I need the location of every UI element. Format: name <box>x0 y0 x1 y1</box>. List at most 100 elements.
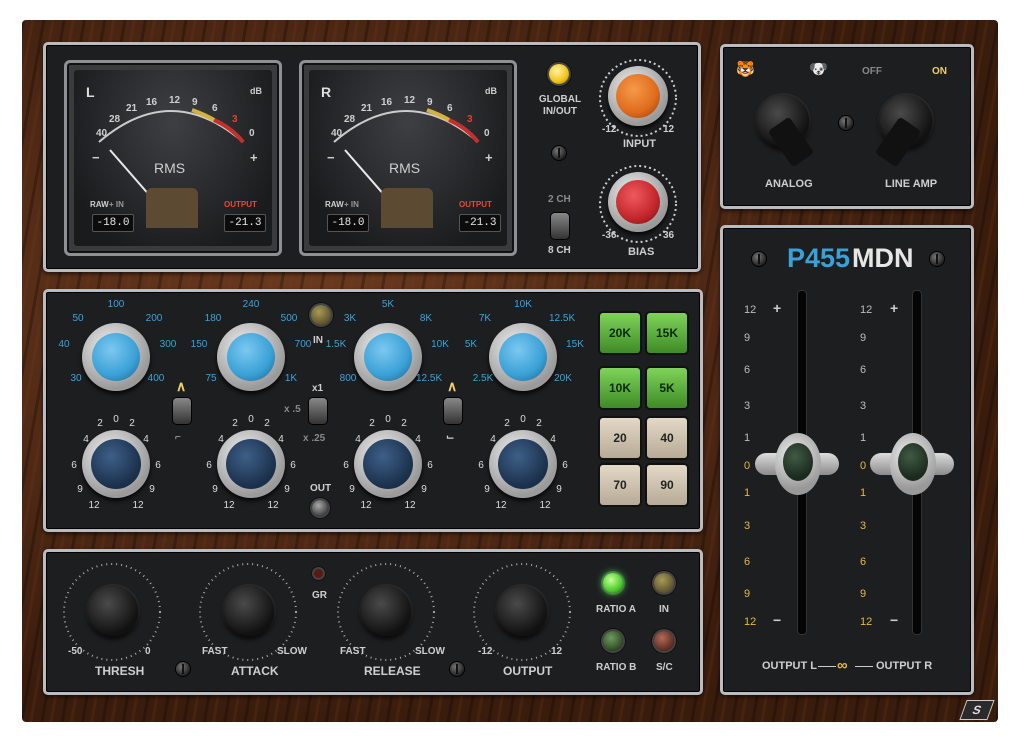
x5-label: x .5 <box>284 404 301 415</box>
fader-scale-mark: 3 <box>860 520 867 532</box>
meter-scale-28: 28 <box>109 114 121 125</box>
fader-scale-mark: 0 <box>860 460 867 472</box>
product-title: P455 <box>787 243 851 273</box>
ratio-b-label: RATIO B <box>596 662 637 673</box>
raw-label: RAW <box>325 200 344 209</box>
eq-gain-label: 0 <box>113 414 119 425</box>
ratio-b-button[interactable] <box>603 631 623 651</box>
eq-freq-knob-cap <box>499 333 547 381</box>
eq-gain-label: 2 <box>264 418 270 429</box>
output-l-fader[interactable] <box>755 433 839 495</box>
eq-gain-label: 4 <box>490 434 496 445</box>
eq-gain-label: 4 <box>278 434 284 445</box>
eq-gain-label: 4 <box>355 434 361 445</box>
release-knob[interactable] <box>361 586 411 636</box>
analog-label: ANALOG <box>765 178 813 190</box>
meter-minus: − <box>327 150 335 165</box>
channel-mode-switch[interactable] <box>551 213 569 239</box>
link-line-left <box>818 666 836 667</box>
eq-out-button[interactable] <box>312 500 328 516</box>
release-slow-label: SLOW <box>415 646 445 657</box>
ratio-a-button[interactable] <box>603 573 623 593</box>
eight-ch-label: 8 CH <box>548 245 571 256</box>
eq-gain-label: 12 <box>132 500 144 511</box>
eq-freq-label: 400 <box>147 373 165 384</box>
meter-scale-3: 3 <box>232 114 238 125</box>
eq-freq-knob-cap <box>92 333 140 381</box>
fader-scale-mark: 6 <box>744 364 751 376</box>
eq-out-label: OUT <box>310 483 332 494</box>
eq-freq-label: 240 <box>242 299 260 310</box>
eq-filter-button-5k[interactable]: 5K <box>647 368 687 408</box>
eq-gain-label: 2 <box>504 418 510 429</box>
meter-minus: − <box>92 150 100 165</box>
x25-label: x .25 <box>303 433 326 444</box>
eq-filter-button-15k[interactable]: 15K <box>647 313 687 353</box>
fader-scale-mark: 9 <box>860 588 867 600</box>
eq-filter-button-20k[interactable]: 20K <box>600 313 640 353</box>
eq-gain-label: 6 <box>343 460 349 471</box>
eq-filter-button-90[interactable]: 90 <box>647 465 687 505</box>
fader-scale-mark: 1 <box>860 487 867 499</box>
fader-scale-mark: 0 <box>744 460 751 472</box>
meter-scale-16: 16 <box>146 97 158 108</box>
fader-minus-left: − <box>773 612 782 628</box>
eq-freq-label: 15K <box>566 339 584 350</box>
eq-freq-label: 10K <box>514 299 532 310</box>
shelf-low-icon: ⌐ <box>175 432 181 443</box>
output-max-label: 12 <box>551 646 563 657</box>
eq-in-button[interactable] <box>311 305 331 325</box>
eq-freq-label: 50 <box>72 313 84 324</box>
attack-knob[interactable] <box>224 586 274 636</box>
fader-scale-mark: 3 <box>860 400 867 412</box>
fader-scale-mark: 12 <box>860 304 873 316</box>
eq-gain-label: 2 <box>129 418 135 429</box>
eq-freq-label: 500 <box>280 313 298 324</box>
eq-gain-label: 4 <box>218 434 224 445</box>
low-shelf-switch[interactable] <box>173 398 191 424</box>
gain-range-switch[interactable] <box>309 398 327 424</box>
eq-gain-label: 12 <box>360 500 372 511</box>
fader-scale-mark: 6 <box>860 364 867 376</box>
comp-in-button[interactable] <box>654 573 674 593</box>
fader-scale-mark: 1 <box>744 487 751 499</box>
tiger-icon[interactable]: 🐯 <box>736 60 755 78</box>
eq-filter-button-10k[interactable]: 10K <box>600 368 640 408</box>
eq-gain-label: 2 <box>232 418 238 429</box>
ratio-a-label: RATIO A <box>596 604 636 615</box>
output-label: OUTPUT <box>459 200 492 209</box>
eq-gain-knob-cap <box>363 439 413 489</box>
eq-freq-label: 3K <box>343 313 357 324</box>
eq-filter-button-20[interactable]: 20 <box>600 418 640 458</box>
meter-scale-0: 0 <box>484 128 490 139</box>
eq-freq-label: 100 <box>107 299 125 310</box>
eq-gain-label: 2 <box>369 418 375 429</box>
eq-filter-button-40[interactable]: 40 <box>647 418 687 458</box>
output-l-label: OUTPUT L <box>762 660 817 672</box>
global-in-out-button[interactable] <box>549 64 569 84</box>
thresh-knob[interactable] <box>88 586 138 636</box>
eq-gain-knob-cap <box>498 439 548 489</box>
eq-freq-label: 8K <box>419 313 433 324</box>
eq-filter-button-70[interactable]: 70 <box>600 465 640 505</box>
eq-gain-label: 9 <box>149 484 155 495</box>
eq-gain-label: 9 <box>349 484 355 495</box>
eq-freq-label: 75 <box>205 373 217 384</box>
output-knob[interactable] <box>497 586 547 636</box>
output-label: OUTPUT <box>224 200 257 209</box>
link-icon[interactable]: ∞ <box>837 657 848 674</box>
high-shelf-switch[interactable] <box>444 398 462 424</box>
fader-scale-mark: 6 <box>744 556 751 568</box>
output-min-label: -12 <box>478 646 493 657</box>
vu-meter-right: R dB 40 28 21 16 12 9 6 3 0 − + RMS RAW … <box>299 60 517 256</box>
eq-gain-label: 0 <box>385 414 391 425</box>
output-r-fader[interactable] <box>870 433 954 495</box>
fader-scale-mark: 12 <box>744 616 757 628</box>
meter-scale-40: 40 <box>331 128 343 139</box>
sidechain-label: S/C <box>656 662 673 673</box>
screw-icon <box>839 116 853 130</box>
raw-in-label: + IN <box>344 200 359 209</box>
eq-freq-label: 40 <box>58 339 70 350</box>
dog-icon[interactable]: 🐶 <box>809 60 828 78</box>
sidechain-button[interactable] <box>654 631 674 651</box>
